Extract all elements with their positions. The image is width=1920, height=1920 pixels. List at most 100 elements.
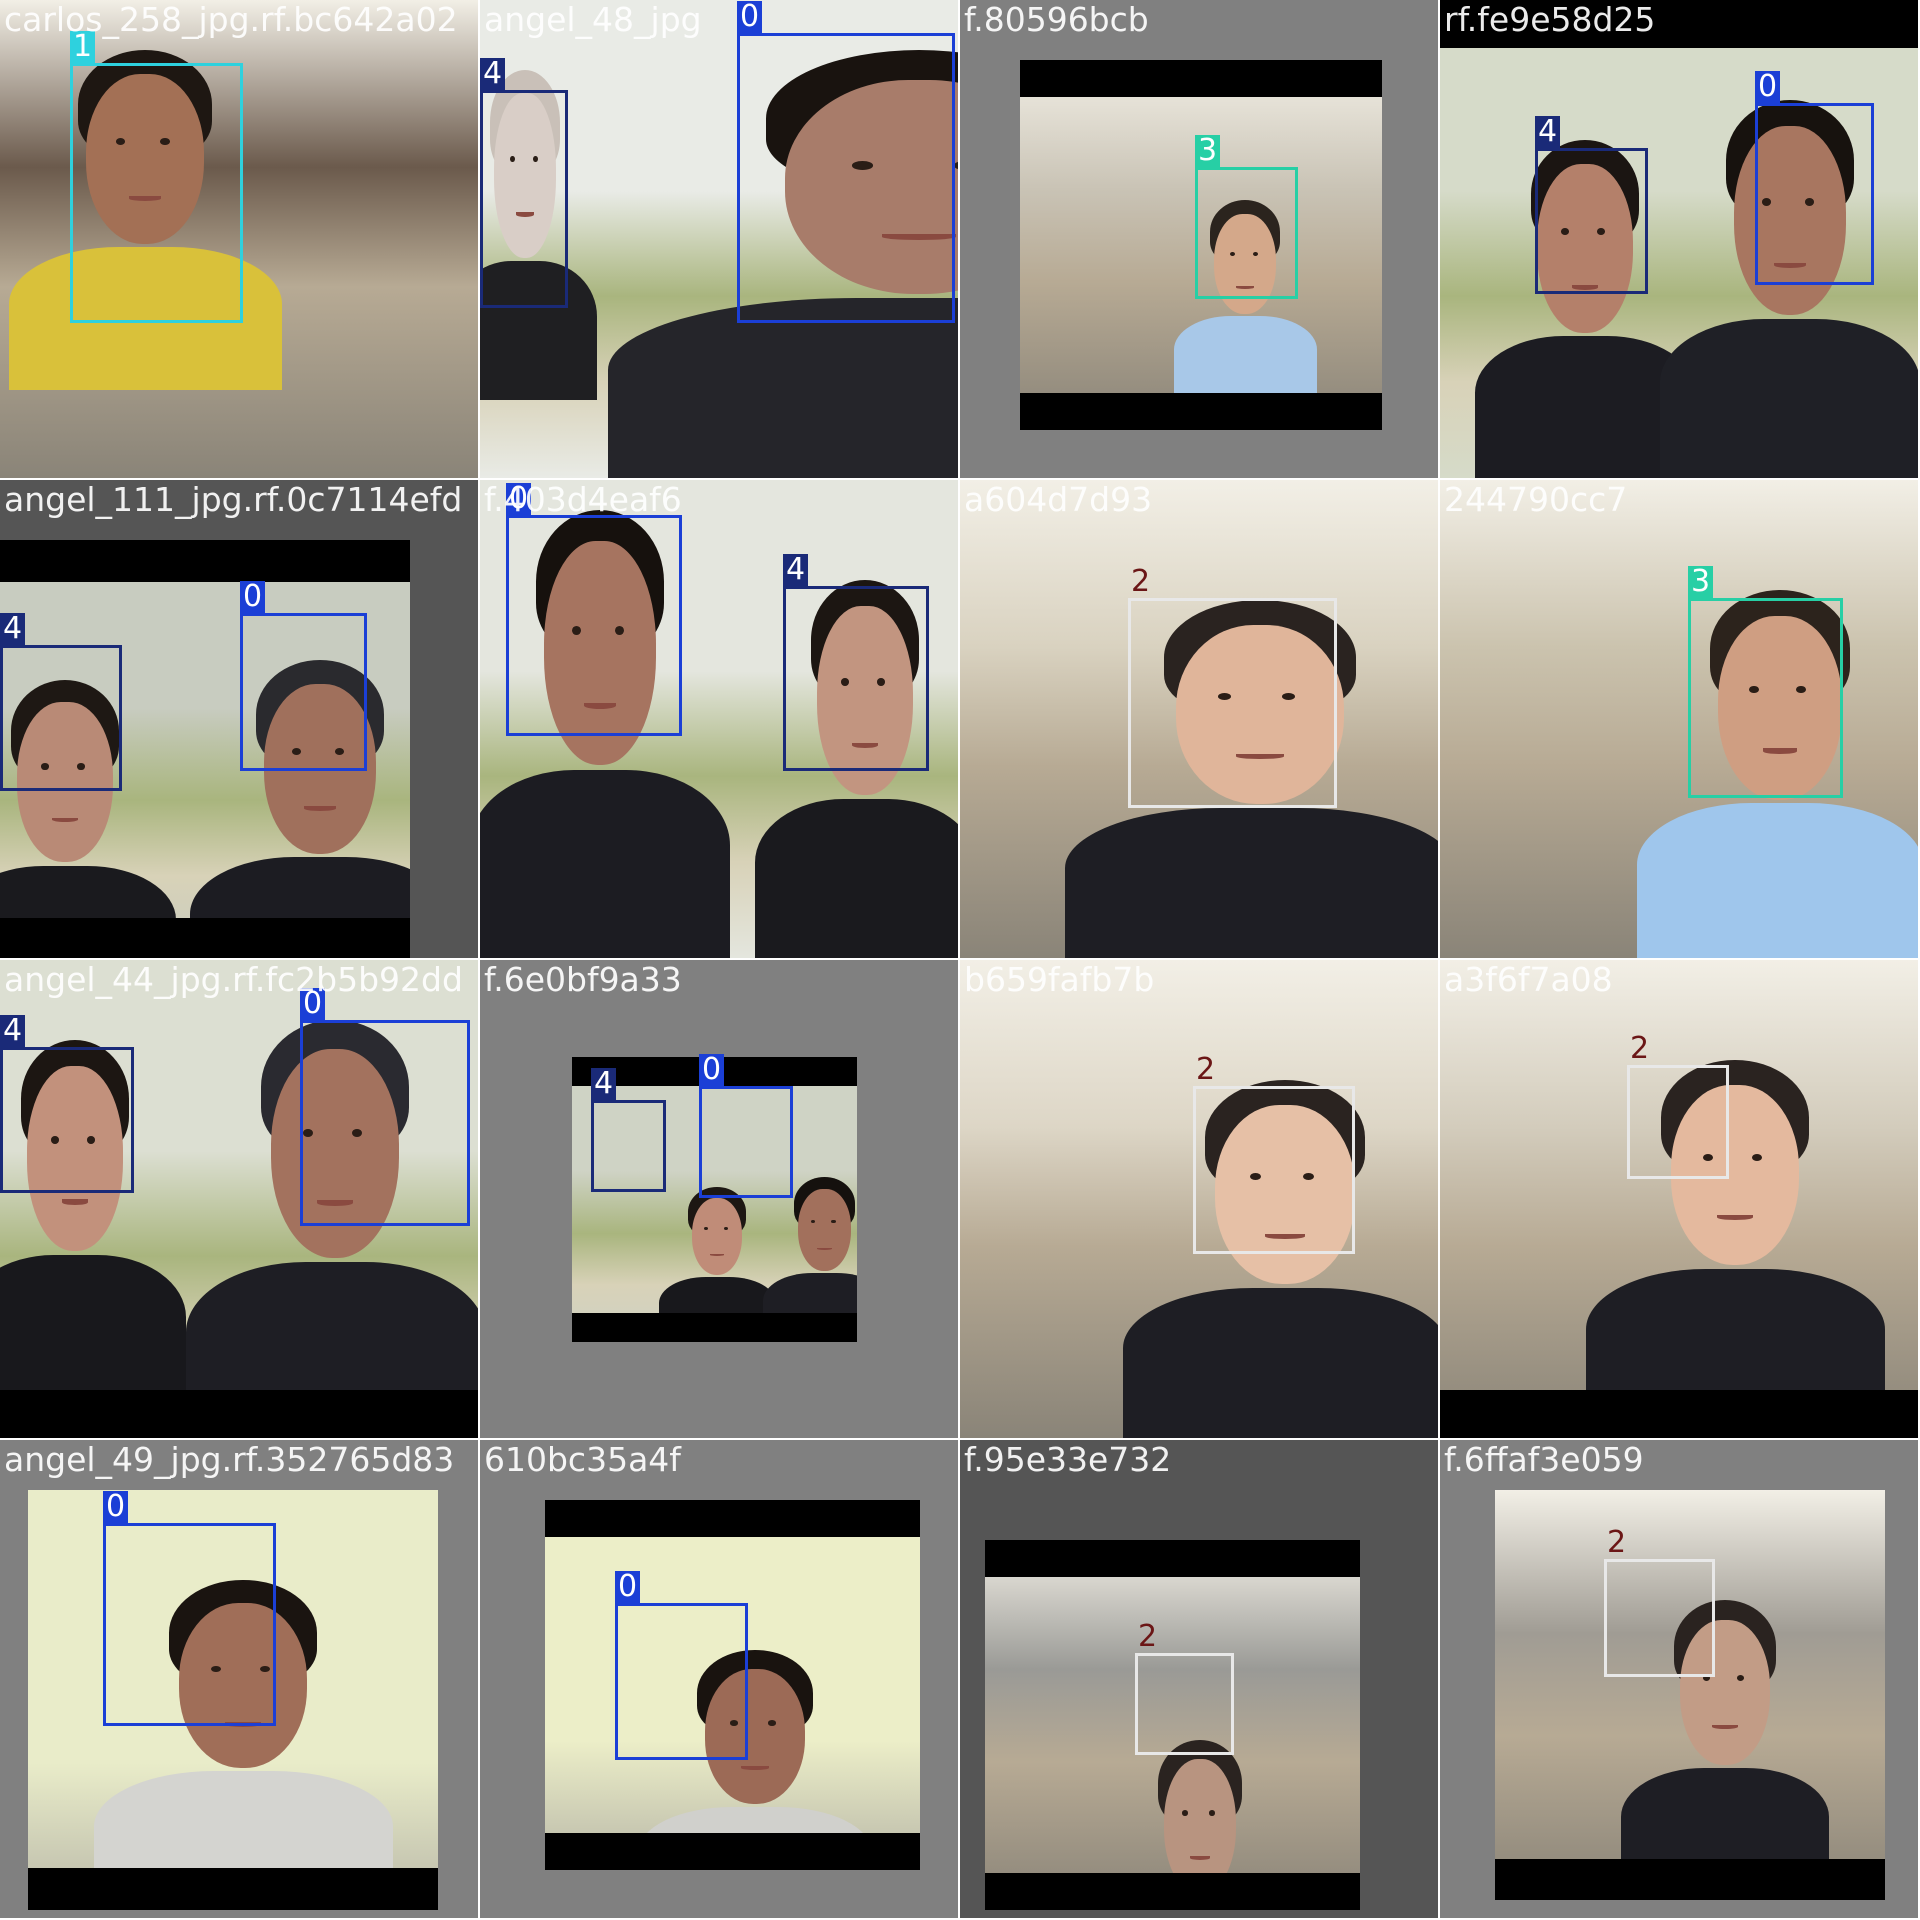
eye [723, 1227, 728, 1231]
letterbox-bar [1440, 1390, 1918, 1438]
filename-label: f.80596bcb [964, 0, 1149, 39]
filename-label: carlos_258_jpg.rf.bc642a02 [4, 0, 458, 39]
mosaic-tile: 2 a3f6f7a08 [1440, 960, 1918, 1438]
detection-box [737, 33, 955, 323]
eye [1181, 1810, 1188, 1816]
detection-box [506, 515, 682, 736]
mouth [304, 806, 336, 812]
detection-box [1627, 1065, 1729, 1179]
detection-box [615, 1603, 748, 1760]
filename-label: 610bc35a4f [484, 1440, 681, 1479]
eye [1751, 1153, 1763, 1161]
detection-box [591, 1100, 666, 1192]
mosaic-tile: 2 a604d7d93 [960, 480, 1438, 958]
detection-box [1193, 1086, 1355, 1254]
mosaic-tile: 0 610bc35a4f [480, 1440, 958, 1918]
detection-box [1688, 598, 1843, 798]
filename-label: f.403d4eaf6 [484, 480, 682, 519]
class-label: 0 [699, 1054, 725, 1086]
class-label: 2 [1196, 1052, 1216, 1087]
eye [811, 1219, 816, 1224]
detection-box [1604, 1559, 1715, 1677]
filename-label: a604d7d93 [964, 480, 1153, 519]
eye [704, 1227, 709, 1231]
detection-box [1535, 148, 1648, 294]
letterbox-bar [545, 1500, 920, 1537]
shirt [1637, 803, 1918, 958]
mouth [709, 1253, 725, 1256]
eye [768, 1720, 777, 1726]
class-label: 4 [480, 58, 506, 90]
shirt [1173, 316, 1317, 400]
detection-box [699, 1086, 793, 1198]
filename-label: angel_49_jpg.rf.352765d83 [4, 1440, 455, 1479]
shirt [480, 769, 730, 958]
filename-label: angel_48_jpg [484, 0, 702, 39]
class-label: 0 [103, 1491, 129, 1523]
detection-box [103, 1523, 276, 1726]
class-label: 2 [1138, 1619, 1158, 1654]
letterbox-bar [0, 540, 410, 582]
detection-box [300, 1020, 470, 1226]
letterbox-bar [1495, 1859, 1885, 1900]
filename-label: angel_44_jpg.rf.fc2b5b92dd [4, 960, 463, 999]
class-label: 0 [737, 1, 763, 33]
shirt [0, 1254, 186, 1410]
detection-box [0, 1047, 134, 1193]
filename-label: a3f6f7a08 [1444, 960, 1613, 999]
mosaic-tile: 4 0 rf.fe9e58d25 [1440, 0, 1918, 478]
detection-box [783, 586, 929, 771]
mosaic-tile: 2 f.6ffaf3e059 [1440, 1440, 1918, 1918]
mouth [1716, 1214, 1754, 1221]
filename-label: 244790cc7 [1444, 480, 1628, 519]
mosaic-tile: 3 f.80596bcb [960, 0, 1438, 478]
shirt [1660, 319, 1918, 478]
letterbox-bar [985, 1540, 1360, 1577]
detection-box [1128, 598, 1337, 808]
letterbox-bar [1020, 393, 1382, 430]
filename-label: rf.fe9e58d25 [1444, 0, 1656, 39]
mosaic-grid: 1 carlos_258_jpg.rf.bc642a02 4 0 angel_48_jp… [0, 0, 1920, 1920]
eye [1209, 1810, 1216, 1816]
letterbox-bar [0, 918, 410, 958]
class-label: 4 [0, 1015, 26, 1047]
detection-box [0, 645, 122, 791]
mosaic-tile: 3 244790cc7 [1440, 480, 1918, 958]
class-label: 4 [0, 613, 26, 645]
letterbox-bar [545, 1833, 920, 1870]
letterbox-bar [985, 1873, 1360, 1910]
class-label: 3 [1688, 566, 1714, 598]
mosaic-tile: 1 carlos_258_jpg.rf.bc642a02 [0, 0, 478, 478]
class-label: 4 [783, 554, 809, 586]
filename-label: f.6e0bf9a33 [484, 960, 682, 999]
mosaic-tile: 2 f.95e33e732 [960, 1440, 1438, 1918]
detection-box [1755, 103, 1874, 285]
mouth [817, 1247, 832, 1251]
face [797, 1188, 852, 1272]
detection-box [1135, 1653, 1234, 1755]
shirt [1065, 807, 1438, 958]
photo [1440, 480, 1918, 958]
photo [1495, 1490, 1885, 1900]
eye [1736, 1675, 1744, 1682]
detection-box [1195, 167, 1298, 299]
class-label: 2 [1630, 1031, 1650, 1066]
shirt [754, 799, 958, 958]
mouth [1712, 1724, 1738, 1730]
filename-label: b659fafb7b [964, 960, 1155, 999]
mosaic-tile: 2 b659fafb7b [960, 960, 1438, 1438]
mosaic-tile: 4 0 angel_48_jpg [480, 0, 958, 478]
filename-label: f.95e33e732 [964, 1440, 1172, 1479]
mosaic-tile: 0 4 f.403d4eaf6 [480, 480, 958, 958]
class-label: 0 [240, 581, 266, 613]
face [691, 1197, 743, 1276]
class-label: 0 [615, 1571, 641, 1603]
shirt [608, 298, 958, 478]
detection-box [480, 90, 568, 308]
mosaic-tile: 4 0 angel_44_jpg.rf.fc2b5b92dd [0, 960, 478, 1438]
mouth [51, 817, 79, 823]
photo [1440, 960, 1918, 1438]
detection-box [240, 613, 367, 771]
class-label: 2 [1607, 1525, 1627, 1560]
letterbox-bar [0, 1390, 478, 1438]
